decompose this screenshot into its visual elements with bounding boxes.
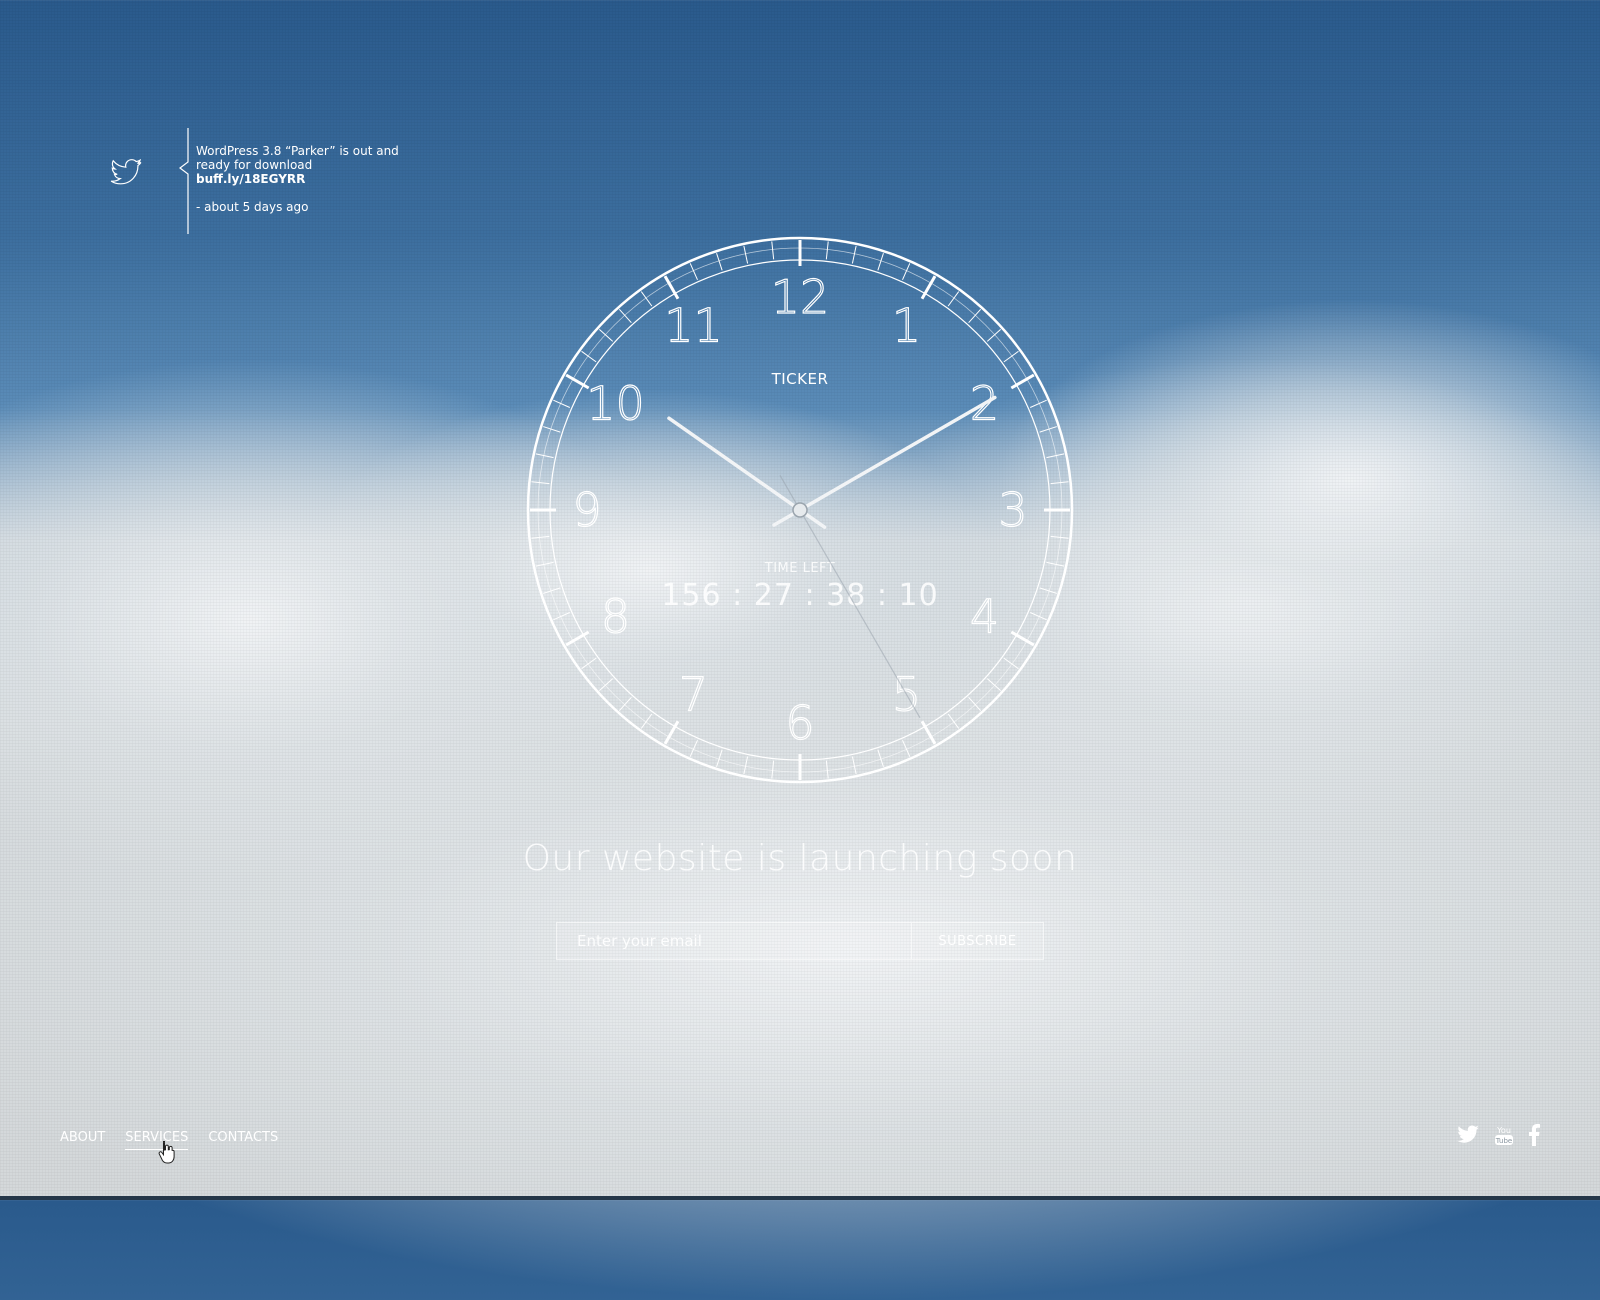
- clock-number-11: 11: [664, 299, 723, 353]
- clock-minor-tick: [1046, 453, 1065, 459]
- tweet-divider: [179, 128, 189, 234]
- social-links: You Tube: [1442, 1124, 1540, 1150]
- twitter-feed-widget: WordPress 3.8 “Parker” is out and ready …: [110, 128, 410, 234]
- clock-number-8: 8: [601, 590, 630, 644]
- clock-number-6: 6: [785, 696, 814, 750]
- clock-minor-tick: [771, 760, 775, 779]
- clock-minor-tick: [531, 535, 550, 539]
- clock-minor-tick: [771, 241, 775, 260]
- tweet-text: WordPress 3.8 “Parker” is out and ready …: [196, 144, 399, 172]
- clock-minor-tick: [1046, 561, 1065, 567]
- clock-minor-tick: [743, 756, 749, 775]
- clock-minor-tick: [1050, 481, 1069, 485]
- clock-minor-tick: [1050, 535, 1069, 539]
- email-input[interactable]: [556, 922, 912, 960]
- clock-number-1: 1: [892, 299, 921, 353]
- svg-text:Tube: Tube: [1495, 1137, 1512, 1145]
- twitter-bird-icon[interactable]: [110, 159, 142, 187]
- clock-number-10: 10: [586, 377, 645, 431]
- clock-number-12: 12: [771, 270, 830, 324]
- hand-cursor-icon: [158, 1141, 175, 1164]
- footer-nav: ABOUT SERVICES CONTACTS: [60, 1130, 298, 1150]
- clock-number-7: 7: [679, 667, 708, 721]
- tweet-link[interactable]: buff.ly/18EGYRR: [196, 172, 406, 186]
- clock-minor-tick: [825, 241, 829, 260]
- clock-minor-tick: [535, 561, 554, 567]
- clock-hands: [667, 395, 997, 719]
- clock-minor-tick: [947, 291, 960, 307]
- clock-minor-tick: [581, 350, 597, 363]
- svg-text:You: You: [1496, 1126, 1511, 1135]
- clock-minor-tick: [743, 245, 749, 264]
- clock-number-3: 3: [998, 483, 1027, 537]
- nav-link-contacts[interactable]: CONTACTS: [208, 1130, 278, 1150]
- time-left-label: TIME LEFT: [764, 561, 835, 576]
- clock-minor-tick: [640, 291, 653, 307]
- launch-headline: Our website is launching soon: [522, 838, 1078, 879]
- clock-minor-tick: [535, 453, 554, 459]
- clock-minor-tick: [947, 713, 960, 729]
- clock-brand-label: TICKER: [771, 370, 829, 388]
- tweet-timestamp: - about 5 days ago: [196, 200, 309, 214]
- clock-center-hub: [792, 502, 808, 518]
- nav-link-about[interactable]: ABOUT: [60, 1130, 105, 1150]
- clock-minor-tick: [1003, 657, 1019, 670]
- clock-minor-tick: [531, 481, 550, 485]
- nav-link-services[interactable]: SERVICES: [125, 1130, 189, 1150]
- clock-minor-tick: [851, 756, 857, 775]
- bottom-edge: [0, 1196, 1600, 1200]
- tweet-content: WordPress 3.8 “Parker” is out and ready …: [196, 144, 406, 214]
- facebook-icon[interactable]: [1528, 1124, 1540, 1150]
- clock-minor-tick: [1003, 350, 1019, 363]
- clock-minor-tick: [640, 713, 653, 729]
- clock-minor-tick: [851, 245, 857, 264]
- clock-minor-tick: [825, 760, 829, 779]
- subscribe-form: SUBSCRIBE: [556, 922, 1044, 960]
- clock-minor-tick: [581, 657, 597, 670]
- subscribe-button[interactable]: SUBSCRIBE: [912, 922, 1044, 960]
- youtube-icon[interactable]: You Tube: [1494, 1124, 1514, 1150]
- time-left-value: 156 : 27 : 38 : 10: [661, 578, 938, 613]
- clock-number-4: 4: [970, 590, 999, 644]
- clock-number-9: 9: [572, 483, 601, 537]
- twitter-icon[interactable]: [1456, 1125, 1480, 1149]
- analog-clock: 121234567891011 TICKER TIME LEFT 156 : 2…: [526, 236, 1074, 784]
- minute-hand: [772, 395, 997, 527]
